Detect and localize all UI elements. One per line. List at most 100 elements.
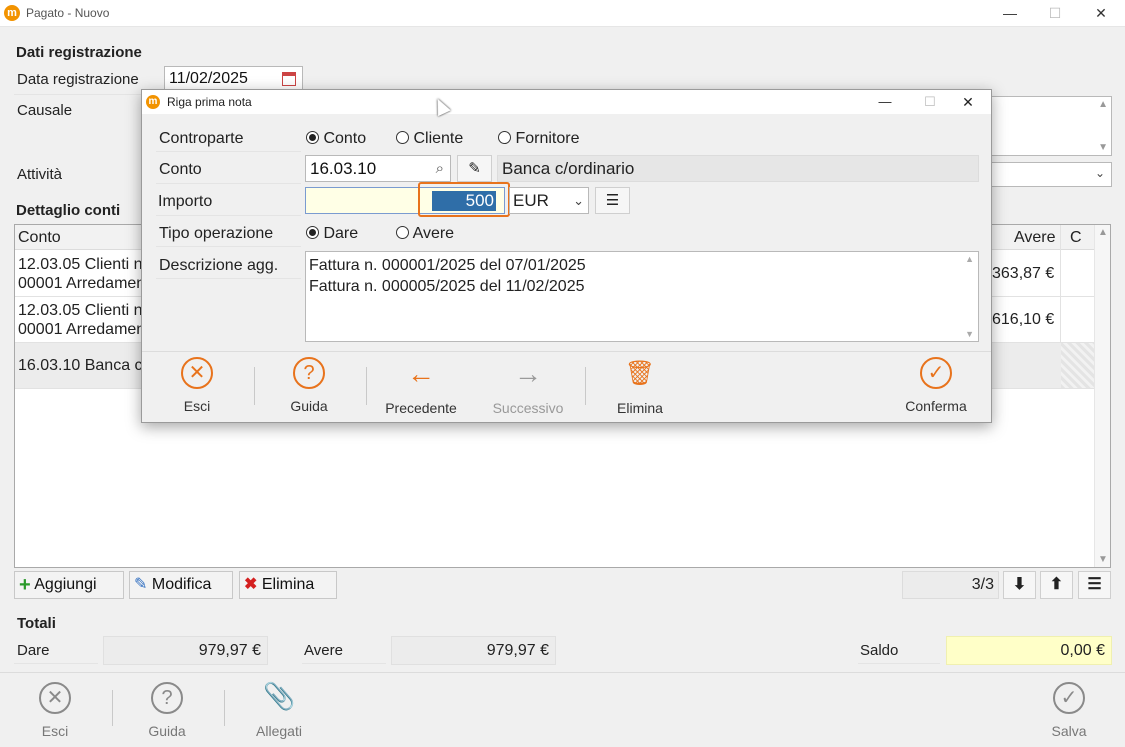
row-account-line2: 00001 Arredamen bbox=[18, 275, 146, 292]
calendar-icon[interactable] bbox=[282, 72, 296, 86]
confirm-button[interactable]: ✓ Conferma bbox=[881, 357, 991, 414]
radio-unchecked-icon bbox=[498, 131, 511, 144]
attachments-button[interactable]: 📎 Allegati bbox=[239, 682, 319, 739]
divider bbox=[156, 246, 301, 247]
activity-label: Attività bbox=[17, 166, 63, 183]
divider bbox=[156, 278, 301, 279]
divider bbox=[302, 663, 386, 664]
amount-label: Importo bbox=[158, 193, 213, 210]
highlight-box bbox=[418, 182, 510, 217]
totals-section-title: Totali bbox=[17, 615, 56, 632]
divider bbox=[156, 215, 301, 216]
search-icon[interactable]: ⌕ bbox=[436, 156, 444, 181]
radio-counterpart-customer[interactable]: Cliente bbox=[396, 130, 463, 148]
radio-counterpart-supplier[interactable]: Fornitore bbox=[498, 130, 579, 148]
help-label: Guida bbox=[148, 723, 186, 739]
entry-dialog: m Riga prima nota — ☐ ✕ Controparte Cont… bbox=[141, 89, 992, 423]
edit-account-button[interactable]: ✎ bbox=[457, 155, 492, 182]
activity-select[interactable]: ⌄ bbox=[990, 162, 1112, 187]
row-account-line2: 00001 Arredamen bbox=[18, 321, 146, 338]
menu-icon[interactable]: ☰ bbox=[1078, 571, 1111, 599]
radio-checked-icon bbox=[306, 226, 319, 239]
edit-icon: ✎ bbox=[134, 576, 148, 593]
radio-checked-icon bbox=[306, 131, 319, 144]
delete-button[interactable]: ✖ Elimina bbox=[239, 571, 337, 599]
credit-label: Avere bbox=[304, 642, 343, 659]
check-icon: ✓ bbox=[1053, 682, 1085, 714]
close-circle-icon: ✕ bbox=[181, 357, 213, 389]
dialog-delete-button[interactable]: 🗑 Elimina bbox=[585, 357, 695, 416]
minimize-button[interactable]: — bbox=[987, 0, 1033, 27]
attachments-label: Allegati bbox=[256, 723, 302, 739]
previous-button[interactable]: ← Precedente bbox=[366, 357, 476, 416]
radio-operation-credit[interactable]: Avere bbox=[396, 225, 454, 243]
scroll-up-icon[interactable]: ▲ bbox=[1098, 227, 1108, 238]
radio-label: Dare bbox=[323, 225, 359, 242]
scroll-down-icon[interactable]: ▼ bbox=[1098, 142, 1108, 153]
column-header-credit[interactable]: Avere bbox=[1014, 226, 1056, 250]
dialog-minimize-button[interactable]: — bbox=[862, 90, 908, 114]
edit-button[interactable]: ✎ Modifica bbox=[129, 571, 233, 599]
divider bbox=[156, 151, 301, 152]
close-button[interactable]: ✕ bbox=[1078, 0, 1124, 27]
plus-icon: + bbox=[19, 574, 31, 596]
account-code-field[interactable]: 16.03.10 ⌕ bbox=[305, 155, 451, 182]
radio-label: Cliente bbox=[413, 130, 464, 147]
help-button[interactable]: ? Guida bbox=[127, 682, 207, 739]
save-label: Salva bbox=[1051, 723, 1087, 739]
dialog-help-button[interactable]: ? Guida bbox=[254, 357, 364, 414]
exit-button[interactable]: ✕ Esci bbox=[15, 682, 95, 739]
description-textarea[interactable]: Fattura n. 000001/2025 del 07/01/2025 Fa… bbox=[305, 251, 979, 342]
check-icon: ✓ bbox=[920, 357, 952, 389]
save-button[interactable]: ✓ Salva bbox=[1029, 682, 1109, 739]
column-header-account[interactable]: Conto bbox=[18, 226, 61, 250]
add-label: Aggiungi bbox=[34, 576, 97, 593]
next-button[interactable]: → Successivo bbox=[473, 357, 583, 416]
radio-unchecked-icon bbox=[396, 131, 409, 144]
details-section-title: Dettaglio conti bbox=[16, 202, 121, 219]
previous-label: Precedente bbox=[385, 400, 457, 416]
scroll-down-icon[interactable]: ▼ bbox=[965, 329, 974, 339]
balance-label: Saldo bbox=[860, 642, 899, 659]
radio-label: Fornitore bbox=[515, 130, 580, 147]
date-label: Data registrazione bbox=[17, 71, 139, 88]
list-button[interactable]: ☰ bbox=[595, 187, 630, 214]
dialog-delete-label: Elimina bbox=[617, 400, 663, 416]
radio-operation-debit[interactable]: Dare bbox=[306, 225, 358, 243]
arrow-right-icon: → bbox=[514, 358, 542, 389]
debit-label: Dare bbox=[17, 642, 50, 659]
divider bbox=[112, 690, 113, 726]
window-title: Pagato - Nuovo bbox=[26, 6, 110, 20]
currency-select[interactable]: EUR ⌄ bbox=[509, 187, 589, 214]
column-header-c[interactable]: C bbox=[1070, 226, 1082, 250]
radio-counterpart-account[interactable]: Conto bbox=[306, 130, 366, 148]
maximize-button[interactable]: ☐ bbox=[1032, 0, 1078, 27]
scroll-up-icon[interactable]: ▲ bbox=[1098, 99, 1108, 110]
row-hatch bbox=[1061, 343, 1094, 388]
help-icon: ? bbox=[151, 682, 183, 714]
scroll-down-icon[interactable]: ▼ bbox=[1098, 554, 1108, 565]
divider bbox=[156, 183, 301, 184]
dialog-exit-label: Esci bbox=[183, 398, 211, 414]
row-credit: 363,87 € bbox=[992, 265, 1055, 282]
add-button[interactable]: + Aggiungi bbox=[14, 571, 124, 599]
table-scrollbar[interactable]: ▲ ▼ bbox=[1094, 225, 1110, 567]
description-line: Fattura n. 000001/2025 del 07/01/2025 bbox=[309, 257, 586, 274]
dialog-exit-button[interactable]: ✕ Esci bbox=[142, 357, 252, 414]
confirm-label: Conferma bbox=[905, 398, 967, 414]
exit-label: Esci bbox=[41, 723, 69, 739]
credit-total: 979,97 € bbox=[391, 636, 556, 665]
dialog-close-button[interactable]: ✕ bbox=[945, 90, 991, 114]
radio-label: Avere bbox=[412, 225, 455, 242]
help-icon: ? bbox=[293, 357, 325, 389]
arrow-up-icon[interactable]: ⬆ bbox=[1040, 571, 1073, 599]
debit-total: 979,97 € bbox=[103, 636, 268, 665]
app-logo-icon: m bbox=[146, 95, 160, 109]
divider bbox=[14, 663, 98, 664]
arrow-down-icon[interactable]: ⬇ bbox=[1003, 571, 1036, 599]
row-credit: 616,10 € bbox=[992, 311, 1055, 328]
scroll-up-icon[interactable]: ▲ bbox=[965, 254, 974, 264]
next-label: Successivo bbox=[492, 400, 564, 416]
reason-field[interactable]: ▲ ▼ bbox=[990, 96, 1112, 156]
paperclip-icon: 📎 bbox=[263, 681, 296, 711]
